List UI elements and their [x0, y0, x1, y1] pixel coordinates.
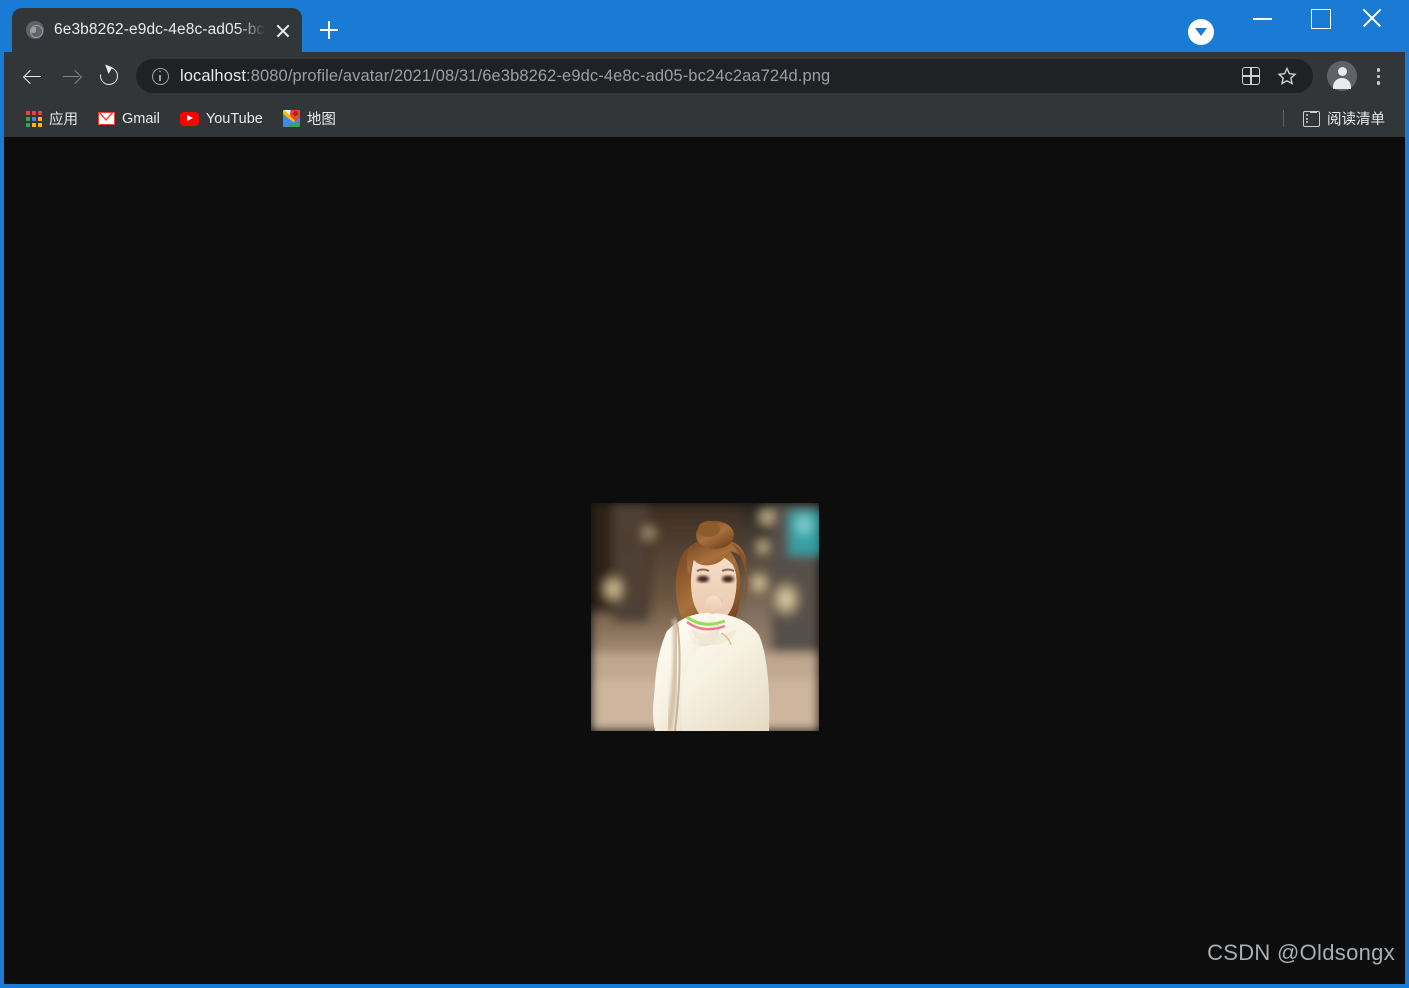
bookmark-label: YouTube [205, 110, 263, 127]
browser-toolbar: localhost:8080/profile/avatar/2021/08/31… [4, 52, 1405, 100]
profile-avatar-icon[interactable] [1327, 61, 1357, 91]
globe-icon [26, 21, 44, 39]
chrome-menu-icon[interactable] [1361, 57, 1395, 95]
bookmarks-bar: 应用 Gmail YouTube 地图 阅读清单 [4, 100, 1405, 137]
apps-grid-icon [26, 110, 42, 127]
page-content: CSDN @Oldsongx [4, 137, 1405, 984]
close-button[interactable] [1348, 0, 1405, 34]
browser-tab[interactable]: 6e3b8262-e9dc-4e8c-ad05-bc [12, 8, 302, 52]
qr-code-icon [1241, 66, 1260, 85]
tab-title: 6e3b8262-e9dc-4e8c-ad05-bc [54, 21, 265, 38]
reload-button[interactable] [90, 57, 128, 95]
reading-list-button[interactable]: 阅读清单 [1295, 106, 1393, 132]
bookmark-item-gmail[interactable]: Gmail [90, 106, 168, 132]
bookmark-item-maps[interactable]: 地图 [275, 106, 344, 132]
reading-list-label: 阅读清单 [1327, 112, 1385, 128]
minimize-button[interactable] [1234, 0, 1291, 34]
url-host: localhost [180, 66, 247, 85]
window-controls [1188, 0, 1405, 52]
tab-search-dropdown-icon[interactable] [1188, 19, 1214, 45]
back-button[interactable] [14, 57, 52, 95]
avatar-image-container[interactable] [591, 503, 819, 731]
bookmark-star-icon [1277, 66, 1297, 85]
bookmark-button[interactable] [1269, 59, 1305, 93]
reading-list-icon [1303, 110, 1320, 127]
bookmark-label: 地图 [306, 112, 336, 128]
youtube-icon [179, 111, 199, 126]
close-tab-icon[interactable] [270, 17, 296, 43]
url-text: localhost:8080/profile/avatar/2021/08/31… [180, 67, 1233, 86]
bookmark-item-youtube[interactable]: YouTube [172, 106, 271, 132]
bookmark-item-apps[interactable]: 应用 [18, 106, 86, 132]
bookmark-label: 应用 [49, 112, 78, 128]
new-tab-button[interactable] [312, 13, 346, 47]
maximize-button[interactable] [1291, 0, 1348, 34]
avatar-image[interactable] [591, 503, 819, 731]
url-path: :8080/profile/avatar/2021/08/31/6e3b8262… [246, 66, 831, 85]
arrow-right-icon [63, 69, 79, 84]
title-bar: 6e3b8262-e9dc-4e8c-ad05-bc [4, 0, 1405, 52]
tab-strip: 6e3b8262-e9dc-4e8c-ad05-bc [4, 0, 1188, 52]
watermark-text: CSDN @Oldsongx [1207, 940, 1395, 965]
divider [1283, 110, 1284, 127]
address-bar[interactable]: localhost:8080/profile/avatar/2021/08/31… [136, 59, 1313, 93]
google-maps-icon [282, 110, 300, 127]
qr-code-button[interactable] [1233, 59, 1269, 93]
forward-button[interactable] [52, 57, 90, 95]
bookmark-label: Gmail [122, 110, 160, 127]
gmail-icon [98, 112, 115, 125]
reload-icon [96, 63, 122, 89]
arrow-left-icon [25, 69, 41, 84]
browser-window: 6e3b8262-e9dc-4e8c-ad05-bc localhost:808… [0, 0, 1409, 988]
info-circle-icon[interactable] [152, 67, 169, 85]
